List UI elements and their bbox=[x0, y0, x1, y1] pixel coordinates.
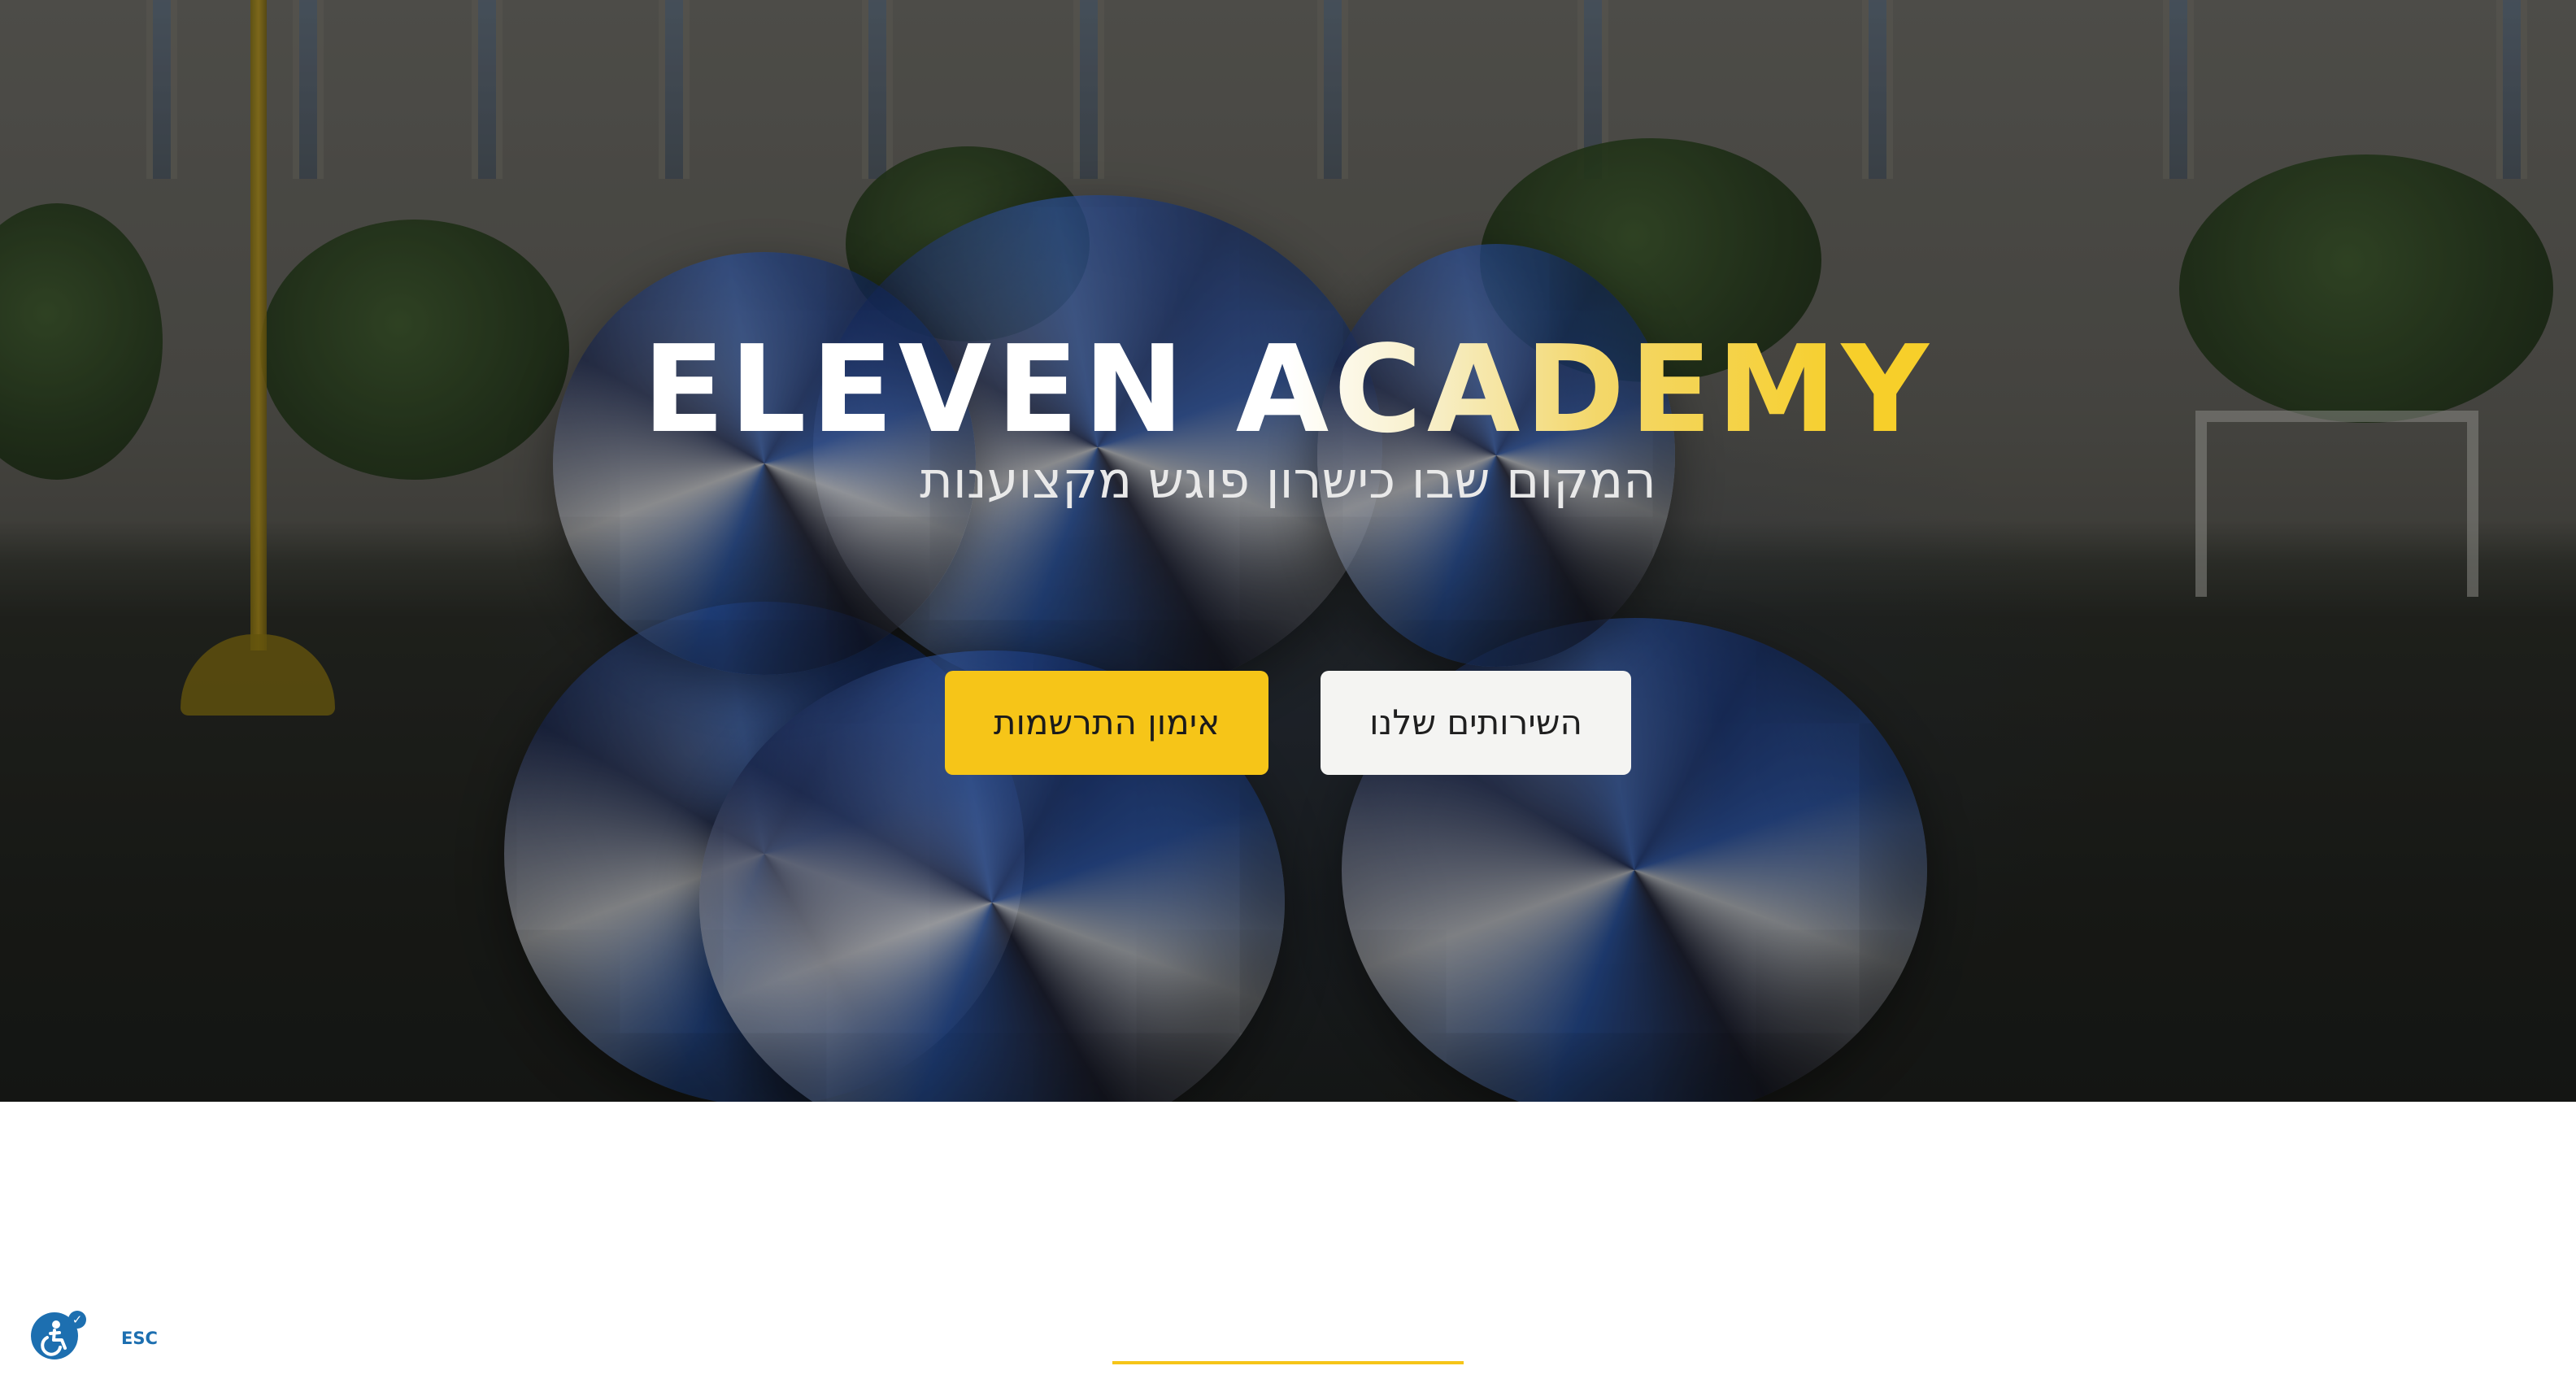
page: ELEVEN ACADEMY המקום שבו כישרון פוגש מקצ… bbox=[0, 0, 2576, 1379]
check-icon: ✓ bbox=[68, 1311, 86, 1329]
accessibility-button[interactable]: ✓ bbox=[31, 1311, 88, 1364]
hero-section: ELEVEN ACADEMY המקום שבו כישרון פוגש מקצ… bbox=[0, 0, 2576, 1102]
hero-dark-overlay bbox=[0, 0, 2576, 1102]
trial-training-button[interactable]: אימון התרשמות bbox=[945, 671, 1268, 775]
esc-label[interactable]: ESC bbox=[121, 1329, 158, 1348]
our-services-button[interactable]: השירותים שלנו bbox=[1321, 671, 1631, 775]
section-accent-line bbox=[1112, 1361, 1464, 1364]
hero-subtitle: המקום שבו כישרון פוגש מקצוענות bbox=[920, 450, 1656, 510]
hero-title: ELEVEN ACADEMY bbox=[0, 329, 2576, 450]
